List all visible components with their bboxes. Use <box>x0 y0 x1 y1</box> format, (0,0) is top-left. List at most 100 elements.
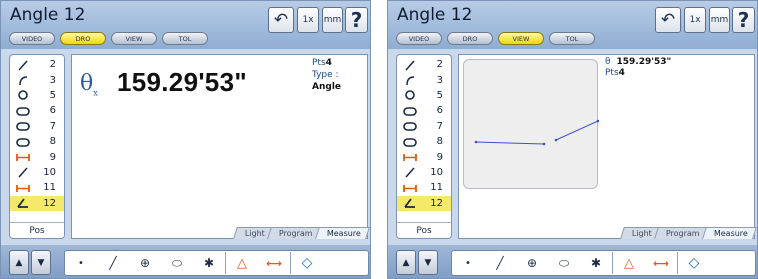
magic-wand-icon[interactable]: ✱ <box>580 251 612 275</box>
angle-plot <box>474 119 599 146</box>
slot-tool-icon[interactable]: ⬭ <box>548 251 580 275</box>
feature-item-8[interactable]: 8 <box>397 134 451 149</box>
feature-item-11[interactable]: 11 <box>10 180 64 195</box>
units-button[interactable]: mm <box>709 7 730 33</box>
circle-tool-icon[interactable]: ⊕ <box>129 251 161 275</box>
pos-button[interactable]: Pos <box>10 222 64 238</box>
zoom-button[interactable]: 1x <box>684 7 706 33</box>
tab-program[interactable]: Program <box>654 227 709 239</box>
feature-number: 12 <box>430 197 443 209</box>
distance-tool-icon[interactable]: ⟷ <box>645 251 677 275</box>
slot-icon <box>403 104 417 117</box>
undo-icon: ↶ <box>660 10 676 30</box>
circle-icon <box>16 89 30 102</box>
mode-dro-button[interactable]: DRO <box>60 32 106 45</box>
dro-panel: Angle 12 VIDEO DRO VIEW TOL ↶ 1x mm ? 2 … <box>0 0 371 279</box>
tab-measure[interactable]: Measure <box>315 227 370 239</box>
feature-item-10[interactable]: 10 <box>397 165 451 180</box>
scroll-down-button[interactable]: ▼ <box>31 250 51 275</box>
angle-icon <box>16 197 30 210</box>
mode-tol-button[interactable]: TOL <box>549 32 595 45</box>
feature-item-12[interactable]: 12 <box>397 195 451 211</box>
slot-tool-icon[interactable]: ⬭ <box>161 251 193 275</box>
tab-program[interactable]: Program <box>267 227 322 239</box>
distance-tool-icon[interactable]: ⟷ <box>258 251 290 275</box>
zoom-button[interactable]: 1x <box>297 7 319 33</box>
plot-line-2 <box>555 120 599 141</box>
feature-item-3[interactable]: 3 <box>10 72 64 87</box>
scroll-down-button[interactable]: ▼ <box>418 250 438 275</box>
feature-item-5[interactable]: 5 <box>397 88 451 103</box>
feature-item-3[interactable]: 3 <box>397 72 451 87</box>
feature-item-12[interactable]: 12 <box>10 195 64 211</box>
feature-item-7[interactable]: 7 <box>397 119 451 134</box>
feature-item-5[interactable]: 5 <box>10 88 64 103</box>
angle-icon <box>403 197 417 210</box>
mode-buttons: VIDEO DRO VIEW TOL <box>396 32 595 45</box>
feature-item-7[interactable]: 7 <box>10 119 64 134</box>
mode-video-button[interactable]: VIDEO <box>9 32 55 45</box>
top-toolbar: Angle 12 VIDEO DRO VIEW TOL ↶ 1x mm ? <box>388 1 757 49</box>
units-button[interactable]: mm <box>322 7 343 33</box>
measure-toolbar: ▲ ▼ • ╱ ⊕ ⬭ ✱ △ ⟷ ◇ <box>388 245 757 278</box>
measure-tool-strip: • ╱ ⊕ ⬭ ✱ △ ⟷ ◇ <box>451 250 756 276</box>
mode-tol-button[interactable]: TOL <box>162 32 208 45</box>
distance-icon <box>403 181 417 194</box>
scroll-up-button[interactable]: ▲ <box>396 250 416 275</box>
mode-view-button[interactable]: VIEW <box>111 32 157 45</box>
feature-item-2[interactable]: 2 <box>10 57 64 72</box>
pts-label: Pts <box>605 68 619 78</box>
help-button[interactable]: ? <box>345 7 368 33</box>
feature-number: 3 <box>49 74 56 86</box>
undo-button[interactable]: ↶ <box>268 7 294 33</box>
feature-number: 3 <box>436 74 443 86</box>
angle-value: 159.29'53" <box>117 67 247 97</box>
slot-icon <box>403 120 417 133</box>
scroll-up-button[interactable]: ▲ <box>9 250 29 275</box>
feature-number: 12 <box>43 197 56 209</box>
feature-item-6[interactable]: 6 <box>397 103 451 118</box>
feature-number: 6 <box>49 105 56 117</box>
feature-item-9[interactable]: 9 <box>10 149 64 164</box>
feature-plot[interactable] <box>463 59 599 189</box>
point-tool-icon[interactable]: • <box>452 251 484 275</box>
feature-item-11[interactable]: 11 <box>397 180 451 195</box>
line-icon <box>403 166 417 179</box>
magic-wand-icon[interactable]: ✱ <box>193 251 225 275</box>
plot-point <box>554 138 558 142</box>
feature-number: 6 <box>436 105 443 117</box>
feature-item-2[interactable]: 2 <box>397 57 451 72</box>
undo-button[interactable]: ↶ <box>655 7 681 33</box>
feature-number: 11 <box>43 182 56 194</box>
help-button[interactable]: ? <box>732 7 755 33</box>
probe-tool-icon[interactable]: ◇ <box>291 251 323 275</box>
pos-button[interactable]: Pos <box>397 222 451 238</box>
mode-dro-button[interactable]: DRO <box>447 32 493 45</box>
undo-icon: ↶ <box>273 10 289 30</box>
feature-item-10[interactable]: 10 <box>10 165 64 180</box>
bottom-tabs: Light Program Measure <box>233 227 370 239</box>
measure-tool-strip: • ╱ ⊕ ⬭ ✱ △ ⟷ ◇ <box>64 250 369 276</box>
mode-view-button[interactable]: VIEW <box>498 32 544 45</box>
type-value: Angle <box>312 82 342 92</box>
feature-item-8[interactable]: 8 <box>10 134 64 149</box>
tab-measure[interactable]: Measure <box>702 227 757 239</box>
angle-tool-icon[interactable]: △ <box>613 251 645 275</box>
feature-number: 8 <box>49 136 56 148</box>
point-tool-icon[interactable]: • <box>65 251 97 275</box>
line-tool-icon[interactable]: ╱ <box>97 251 129 275</box>
theta-symbol: θ <box>605 57 611 67</box>
feature-number: 10 <box>430 166 443 178</box>
top-toolbar: Angle 12 VIDEO DRO VIEW TOL ↶ 1x mm ? <box>1 1 370 49</box>
feature-item-9[interactable]: 9 <box>397 149 451 164</box>
angle-tool-icon[interactable]: △ <box>226 251 258 275</box>
dro-display: θx 159.29'53" Pts4 Type : Angle Light Pr… <box>71 54 370 239</box>
line-tool-icon[interactable]: ╱ <box>484 251 516 275</box>
feature-item-6[interactable]: 6 <box>10 103 64 118</box>
feature-number: 7 <box>49 120 56 132</box>
circle-tool-icon[interactable]: ⊕ <box>516 251 548 275</box>
angle-value: 159.29'53" <box>616 57 672 67</box>
probe-tool-icon[interactable]: ◇ <box>678 251 710 275</box>
feature-list: 2 3 5 6 7 8 9 10 11 12 Pos <box>396 54 452 239</box>
mode-video-button[interactable]: VIDEO <box>396 32 442 45</box>
